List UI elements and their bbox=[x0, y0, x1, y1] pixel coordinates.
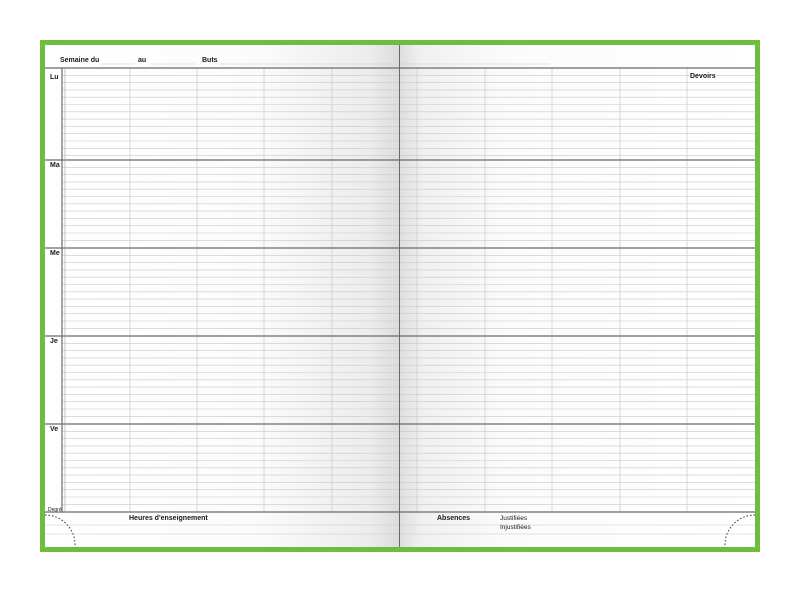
degree-label: Degré bbox=[48, 507, 62, 513]
day-label-friday: Ve bbox=[50, 426, 59, 433]
day-label-wednesday: Me bbox=[50, 250, 60, 257]
corner-arc bbox=[45, 514, 76, 547]
to-label: au bbox=[138, 57, 147, 64]
corner-arc bbox=[724, 514, 755, 547]
right-page-grid bbox=[400, 63, 755, 547]
unjustified-label: Injustifiées bbox=[500, 524, 531, 531]
justified-label: Justifiées bbox=[500, 515, 528, 522]
teaching-hours-label: Heures d'enseignement bbox=[129, 515, 208, 522]
day-label-tuesday: Ma bbox=[50, 162, 60, 169]
absences-label: Absences bbox=[437, 515, 471, 522]
left-page-grid bbox=[45, 63, 399, 547]
left-page: Semaine du au Buts Lu Ma Me Je Ve Degré … bbox=[45, 45, 399, 547]
right-page: Devoirs Absences Justifiées Injustifiées bbox=[400, 45, 755, 547]
homework-label: Devoirs bbox=[690, 73, 716, 80]
week-label: Semaine du bbox=[60, 57, 100, 64]
day-label-thursday: Je bbox=[50, 338, 58, 345]
notebook-spine bbox=[399, 45, 400, 547]
day-label-monday: Lu bbox=[50, 74, 59, 81]
goals-label: Buts bbox=[202, 57, 218, 64]
